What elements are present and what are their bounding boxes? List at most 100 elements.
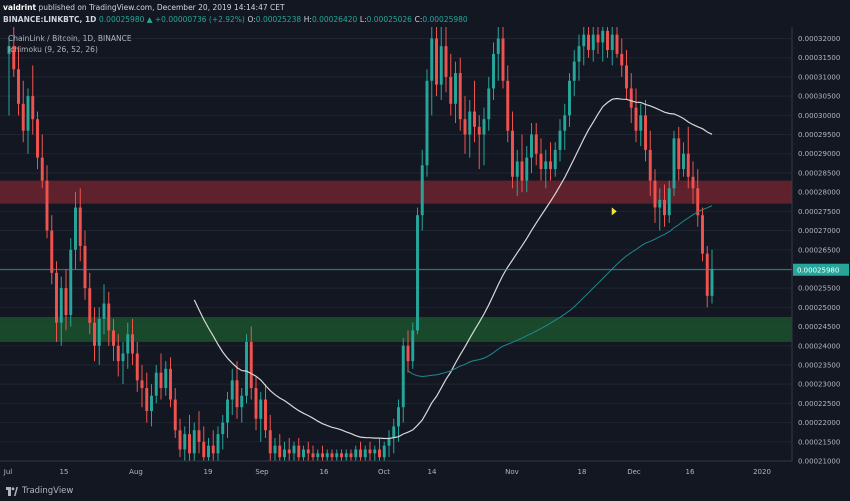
candle-body xyxy=(154,372,158,396)
candle-body xyxy=(520,161,524,181)
legend-pair: ChainLink / Bitcoin, 1D, BINANCE xyxy=(8,34,132,43)
candle-body xyxy=(468,111,472,135)
candle-body xyxy=(563,115,567,131)
candle-body xyxy=(515,161,519,177)
candle-body xyxy=(354,449,358,458)
candle-body xyxy=(17,69,20,104)
x-tick-label: 14 xyxy=(428,468,437,476)
x-tick-label: 16 xyxy=(320,468,329,476)
publish-info: valdrint published on TradingView.com, D… xyxy=(3,3,285,12)
y-tick-label: 0.00031000 xyxy=(798,73,840,81)
candle-body xyxy=(254,388,258,419)
candle-body xyxy=(439,46,443,85)
candle-body xyxy=(397,407,400,427)
candle-body xyxy=(249,341,253,389)
candle-body xyxy=(344,453,348,458)
x-tick-label: Jul xyxy=(3,468,13,476)
candle-body xyxy=(64,288,68,316)
candle-body xyxy=(21,103,25,131)
candle-body xyxy=(202,441,206,458)
candle-body xyxy=(264,399,267,431)
candle-body xyxy=(97,318,101,346)
candle-body xyxy=(568,80,571,116)
y-tick-label: 0.00032000 xyxy=(798,35,840,43)
candle-body xyxy=(525,157,529,181)
candle-body xyxy=(634,107,638,131)
candle-body xyxy=(150,395,153,412)
candle-body xyxy=(596,34,600,43)
x-tick-label: 2020 xyxy=(753,468,771,476)
candle-body xyxy=(59,288,63,323)
candle-body xyxy=(682,153,685,170)
candle-body xyxy=(435,38,438,85)
candle-body xyxy=(112,330,115,346)
y-tick-label: 0.00021500 xyxy=(798,438,840,446)
candle-body xyxy=(69,249,73,316)
candle-body xyxy=(55,272,58,323)
price-change: 0.00025980 ▲ +0.00000736 (+2.92%) xyxy=(99,15,245,24)
x-tick-label: Sep xyxy=(255,468,269,476)
candle-body xyxy=(644,115,647,150)
candle-body xyxy=(658,199,662,208)
candle-body xyxy=(558,130,562,150)
candle-body xyxy=(610,34,614,51)
x-tick-label: 15 xyxy=(60,468,69,476)
x-tick-label: 19 xyxy=(204,468,213,476)
candle-body xyxy=(553,149,557,170)
y-tick-label: 0.00025000 xyxy=(798,304,840,312)
candle-body xyxy=(549,161,552,170)
candle-body xyxy=(330,453,334,458)
candle-body xyxy=(425,80,429,166)
candle-body xyxy=(50,230,54,273)
y-tick-label: 0.00027500 xyxy=(798,208,840,216)
y-tick-label: 0.00022000 xyxy=(798,419,840,427)
candle-body xyxy=(534,134,538,154)
x-tick-label: 18 xyxy=(578,468,587,476)
candle-body xyxy=(710,268,714,296)
candle-body xyxy=(691,176,695,189)
candle-body xyxy=(582,34,586,47)
legend-indicator[interactable]: Ichimoku (9, 26, 52, 26) xyxy=(8,45,98,54)
y-tick-label: 0.00030500 xyxy=(798,93,840,101)
candle-body xyxy=(382,445,386,458)
y-tick-label: 0.00027000 xyxy=(798,227,840,235)
candle-body xyxy=(306,449,310,454)
candle-body xyxy=(335,453,339,458)
candle-body xyxy=(207,445,210,458)
footer: TradingView xyxy=(0,481,850,501)
candle-body xyxy=(667,188,671,216)
x-tick-label: Nov xyxy=(505,468,519,476)
y-tick-label: 0.00029000 xyxy=(798,150,840,158)
candle-body xyxy=(430,38,434,81)
candle-body xyxy=(102,303,106,319)
candle-body xyxy=(259,399,263,419)
candle-body xyxy=(173,399,177,431)
candle-body xyxy=(539,153,543,170)
candle-body xyxy=(235,380,239,408)
candle-body xyxy=(107,303,111,331)
y-tick-label: 0.00028000 xyxy=(798,189,840,197)
candle-body xyxy=(192,430,196,454)
price-chart[interactable]: 0.00032000 0.00031500 0.00031000 0.00030500… xyxy=(0,27,850,481)
candle-body xyxy=(663,199,666,216)
candle-body xyxy=(116,345,120,362)
candle-body xyxy=(131,334,134,354)
candle-body xyxy=(620,53,624,66)
candle-body xyxy=(283,449,286,458)
candle-body xyxy=(140,380,144,389)
y-tick-label: 0.00030000 xyxy=(798,112,840,120)
tradingview-logo[interactable]: TradingView xyxy=(6,486,73,496)
candle-body xyxy=(78,207,82,246)
candle-body xyxy=(392,426,396,438)
candle-body xyxy=(648,149,652,181)
author-name[interactable]: valdrint xyxy=(3,3,36,12)
support-zone xyxy=(0,316,792,342)
candle-body xyxy=(226,399,229,423)
candle-body xyxy=(311,453,315,458)
candle-body xyxy=(454,73,457,104)
y-tick-label: 0.00025500 xyxy=(798,285,840,293)
candle-body xyxy=(449,76,453,104)
candle-body xyxy=(378,449,381,458)
open-value: 0.00025238 xyxy=(255,15,302,24)
candle-body xyxy=(629,88,633,108)
